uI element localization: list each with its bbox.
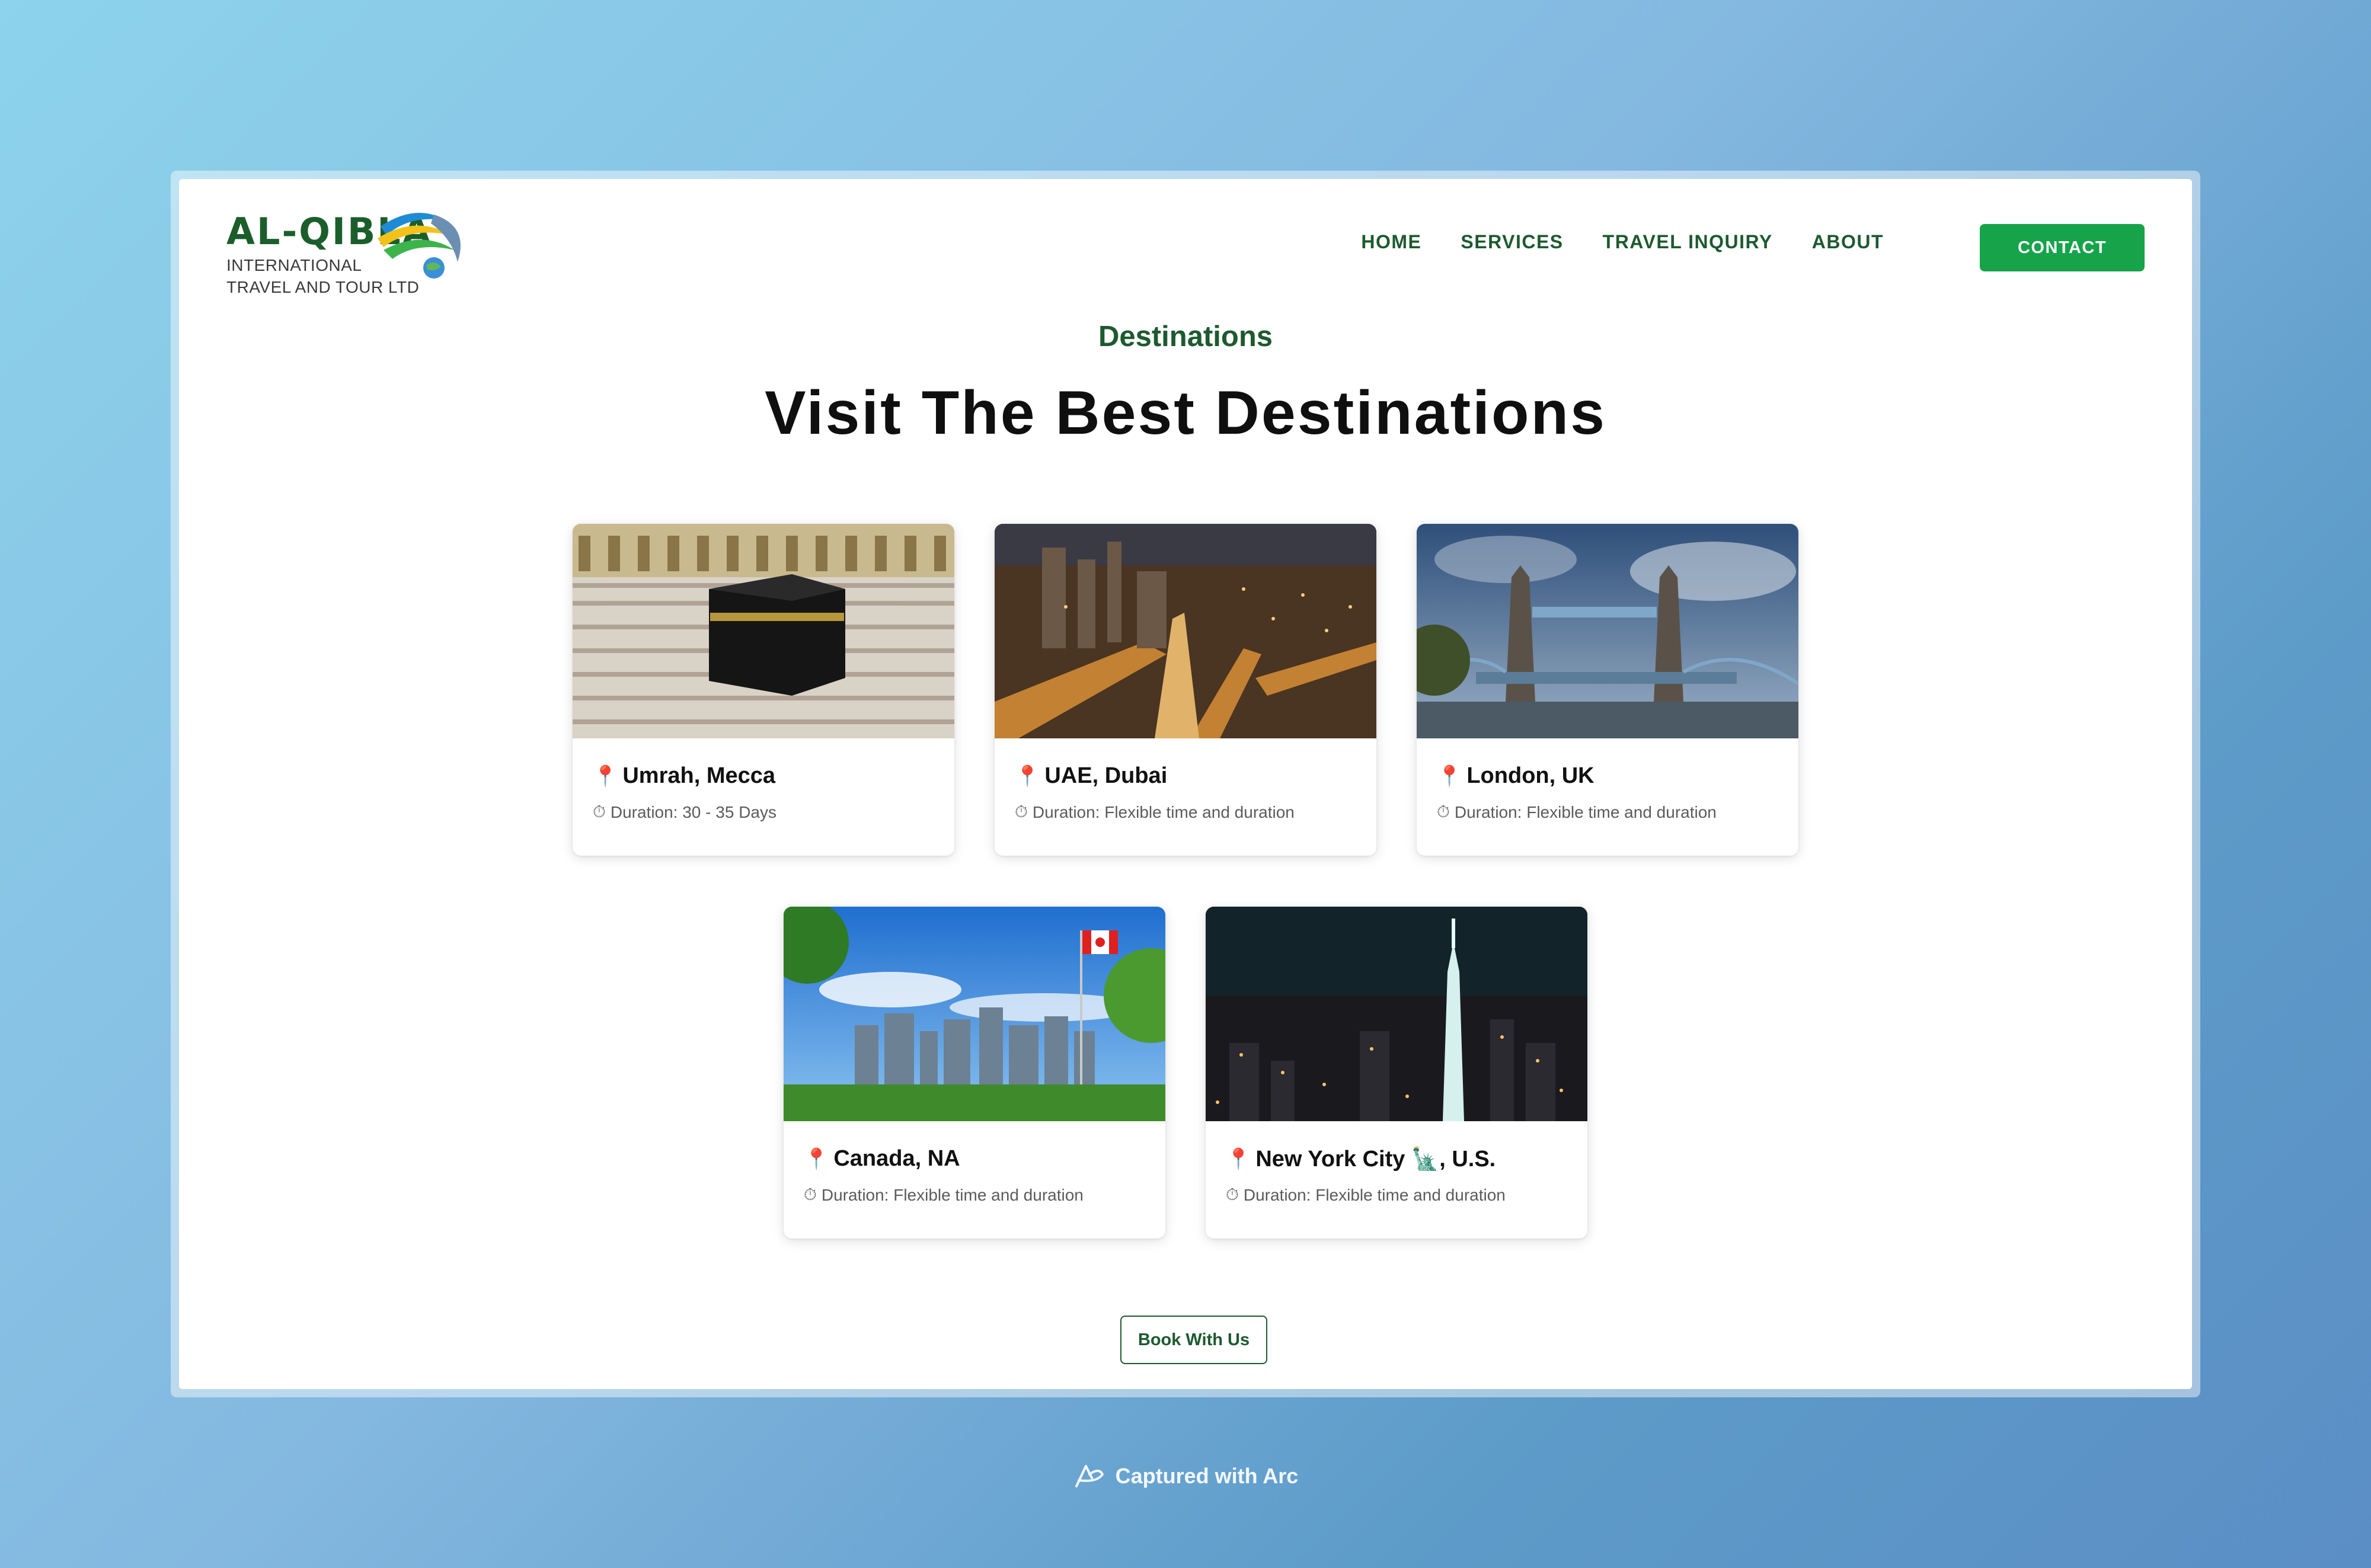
destination-name: Umrah, Mecca [622,763,776,788]
caption-text: Captured with Arc [1115,1464,1299,1488]
destination-title: 📍 New York City 🗽, U.S. [1226,1146,1496,1172]
nav-services[interactable]: SERVICES [1461,231,1563,253]
section-eyebrow: Destinations [1098,321,1273,353]
nav-home[interactable]: HOME [1361,231,1421,253]
stopwatch-icon: ⏱ [593,802,606,821]
dubai-night-photo [995,524,1376,738]
arc-logo-icon [1075,1465,1104,1487]
destination-card[interactable]: 📍 UAE, Dubai ⏱ Duration: Flexible time a… [995,524,1376,856]
map-pin-icon: 📍 [1437,764,1462,788]
main-nav: HOME SERVICES TRAVEL INQUIRY ABOUT [1361,231,1884,253]
book-with-us-button[interactable]: Book With Us [1120,1316,1267,1364]
destination-title: 📍 Umrah, Mecca [593,763,775,789]
stopwatch-icon: ⏱ [1015,802,1028,821]
page-window: AL-QIBLA INTERNATIONAL TRAVEL AND TOUR L… [179,179,2192,1389]
capture-caption: Captured with Arc [0,1463,2371,1490]
contact-button[interactable]: CONTACT [1980,224,2145,271]
destination-title: 📍 London, UK [1437,763,1594,789]
destination-duration: ⏱ Duration: Flexible time and duration [804,1185,1084,1205]
browser-frame: AL-QIBLA INTERNATIONAL TRAVEL AND TOUR L… [171,171,2200,1397]
destination-name: London, UK [1466,763,1594,788]
duration-text: Duration: Flexible time and duration [1243,1185,1506,1204]
globe-swoosh-icon [378,213,461,279]
map-pin-icon: 📍 [1015,764,1040,788]
nav-about[interactable]: ABOUT [1812,231,1884,253]
destination-card[interactable]: 📍 New York City 🗽, U.S. ⏱ Duration: Flex… [1206,907,1587,1239]
section-headline: Visit The Best Destinations [765,379,1606,447]
destination-name: UAE, Dubai [1044,763,1168,788]
calgary-skyline-photo [784,907,1165,1121]
destination-name: New York City 🗽, U.S. [1255,1147,1496,1172]
destination-title: 📍 UAE, Dubai [1015,763,1167,789]
destination-duration: ⏱ Duration: 30 - 35 Days [593,802,777,822]
duration-text: Duration: 30 - 35 Days [610,802,777,821]
destination-title: 📍 Canada, NA [804,1146,960,1172]
nyc-night-photo [1206,907,1587,1121]
destination-card[interactable]: 📍 London, UK ⏱ Duration: Flexible time a… [1417,524,1798,856]
destination-duration: ⏱ Duration: Flexible time and duration [1226,1185,1506,1205]
stopwatch-icon: ⏱ [1226,1185,1239,1204]
duration-text: Duration: Flexible time and duration [1454,802,1717,821]
map-pin-icon: 📍 [804,1147,829,1170]
kaaba-photo [573,524,954,738]
destination-card[interactable]: 📍 Canada, NA ⏱ Duration: Flexible time a… [784,907,1165,1239]
map-pin-icon: 📍 [1226,1148,1251,1170]
destination-card[interactable]: 📍 Umrah, Mecca ⏱ Duration: 30 - 35 Days [573,524,954,856]
duration-text: Duration: Flexible time and duration [821,1185,1084,1204]
tower-bridge-photo [1417,524,1798,738]
destination-duration: ⏱ Duration: Flexible time and duration [1437,802,1717,822]
stopwatch-icon: ⏱ [1437,802,1450,821]
stopwatch-icon: ⏱ [804,1185,817,1204]
duration-text: Duration: Flexible time and duration [1032,802,1295,821]
nav-travel-inquiry[interactable]: TRAVEL INQUIRY [1603,231,1773,253]
map-pin-icon: 📍 [593,764,618,788]
destination-name: Canada, NA [833,1146,960,1171]
destination-duration: ⏱ Duration: Flexible time and duration [1015,802,1295,822]
